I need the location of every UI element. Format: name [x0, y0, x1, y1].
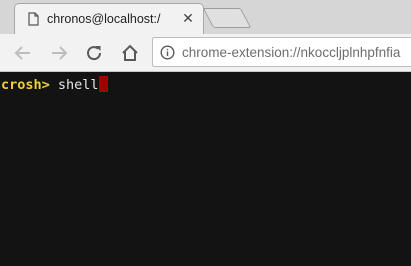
url-text[interactable]: chrome-extension://nkoccljplnhpfnfia	[182, 45, 400, 60]
arrow-right-icon[interactable]	[47, 41, 71, 65]
terminal-cursor	[98, 76, 108, 92]
reload-icon[interactable]	[82, 41, 106, 65]
toolbar: chrome-extension://nkoccljplnhpfnfia	[0, 34, 411, 72]
terminal-command: shell	[57, 77, 99, 93]
tab-strip: chronos@localhost:/ ✕	[0, 0, 411, 34]
terminal-prompt: crosh>	[1, 77, 50, 93]
terminal-line: crosh> shell	[1, 76, 108, 94]
arrow-left-icon[interactable]	[11, 41, 35, 65]
address-bar[interactable]: chrome-extension://nkoccljplnhpfnfia	[152, 37, 411, 67]
new-tab-button[interactable]	[202, 8, 252, 28]
tab-title: chronos@localhost:/	[47, 12, 161, 26]
terminal-space	[50, 77, 58, 93]
close-icon[interactable]: ✕	[180, 9, 196, 27]
page-icon	[28, 12, 39, 26]
home-icon[interactable]	[118, 41, 142, 65]
info-icon[interactable]	[160, 45, 175, 60]
tab-active[interactable]: chronos@localhost:/ ✕	[14, 3, 204, 34]
terminal[interactable]: crosh> shell	[0, 72, 411, 266]
